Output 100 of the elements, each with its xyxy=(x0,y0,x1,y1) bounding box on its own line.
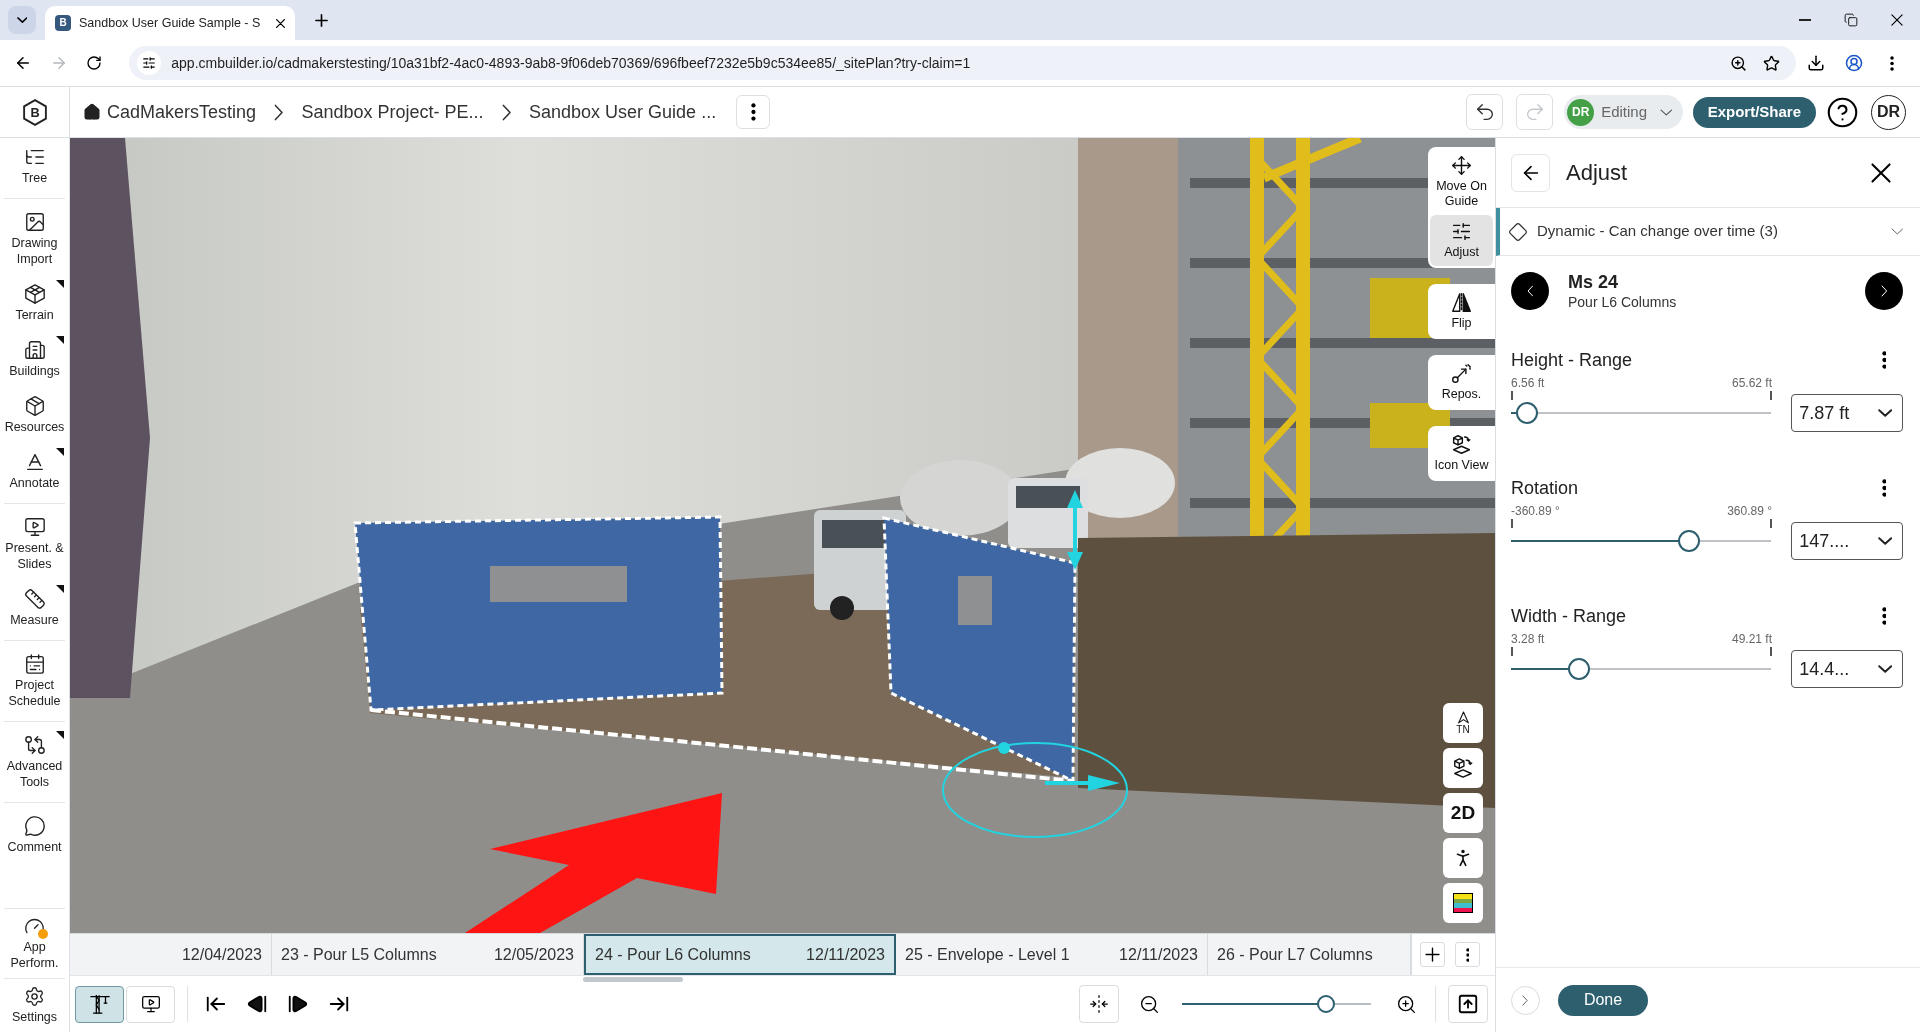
address-bar[interactable]: app.cmbuilder.io/cadmakerstesting/10a31bf2-4ac0-4893-9ab8-9f06deb70369/696fbeef7232e5b9c534ee85/_sitePlan?try-claim=1 xyxy=(129,46,1796,80)
sign-plate xyxy=(958,576,992,625)
back-button[interactable] xyxy=(1511,153,1550,192)
zoom-icon xyxy=(1730,54,1747,72)
color-stripes-icon xyxy=(1453,893,1473,913)
sidebar-item[interactable]: Settings xyxy=(0,979,69,1032)
sliders-icon xyxy=(1451,221,1472,242)
viewport-tool-button[interactable]: Adjust xyxy=(1430,215,1493,266)
fit-button[interactable] xyxy=(1079,985,1119,1023)
settings-icon xyxy=(24,986,45,1007)
kebab-icon xyxy=(1465,947,1470,962)
slider-thumb[interactable] xyxy=(1677,530,1700,552)
previous-button[interactable] xyxy=(1511,272,1549,310)
control-title: Width - Range xyxy=(1511,604,1627,628)
browser-tab[interactable]: B Sandbox User Guide Sample - S xyxy=(45,6,295,40)
move-arrows-icon xyxy=(1451,155,1472,176)
slider-thumb[interactable] xyxy=(1317,995,1336,1013)
kebab-icon xyxy=(1881,479,1887,497)
scrollbar-thumb[interactable] xyxy=(583,977,683,982)
sidebar-item[interactable]: Resources xyxy=(0,387,69,443)
site-settings-icon xyxy=(142,56,157,70)
control-title: Rotation xyxy=(1511,476,1579,500)
tab-title: Sandbox User Guide Sample - S xyxy=(79,14,261,32)
undo-button[interactable] xyxy=(1466,94,1504,130)
chevron-right-icon xyxy=(1522,994,1529,1006)
sidebar-item[interactable]: Drawing Import xyxy=(0,203,69,275)
next-button[interactable] xyxy=(1865,272,1903,310)
step-back-icon xyxy=(246,993,268,1015)
more-options-button[interactable] xyxy=(736,95,771,129)
range-max-label: 65.62 ft xyxy=(1731,375,1772,391)
crane-icon xyxy=(88,993,111,1015)
chevron-down-icon xyxy=(1877,537,1892,545)
view-tool-button[interactable] xyxy=(1443,838,1483,878)
milestone-tab[interactable]: 24 - Pour L6 Columns 12/11/2023 xyxy=(584,934,896,975)
chevron-down-icon xyxy=(1660,108,1673,116)
reload-icon xyxy=(86,55,103,71)
milestone-menu-button[interactable] xyxy=(1455,942,1480,967)
view-tool-button[interactable]: 2D xyxy=(1443,793,1483,833)
chevron-down-icon xyxy=(1877,409,1892,417)
view-tool-button[interactable] xyxy=(1443,748,1483,788)
slider-thumb[interactable] xyxy=(1515,402,1538,424)
view-mode-button[interactable] xyxy=(75,985,124,1023)
plus-icon xyxy=(314,13,328,27)
range-min-label: 6.56 ft xyxy=(1511,375,1545,391)
flip-triangles-icon xyxy=(1451,292,1472,313)
app-logo[interactable]: B xyxy=(22,98,47,126)
zoom-slider[interactable] xyxy=(1182,994,1371,1014)
sidebar-item[interactable]: Project Schedule xyxy=(0,645,69,717)
branch-arrows-icon xyxy=(23,734,46,756)
range-slider[interactable] xyxy=(1511,530,1772,552)
add-milestone-button[interactable] xyxy=(1420,942,1445,967)
chevron-right-icon xyxy=(501,103,512,121)
value-dropdown[interactable]: 7.87 ft xyxy=(1791,394,1903,432)
view-tool-button[interactable]: TN xyxy=(1443,703,1483,743)
control-title: Height - Range xyxy=(1511,348,1633,372)
done-button[interactable]: Done xyxy=(1558,984,1648,1016)
mode-dropdown[interactable]: DR Editing xyxy=(1564,95,1683,129)
chevron-right-icon xyxy=(274,103,284,121)
sidebar-item[interactable]: Present. & Slides xyxy=(0,508,69,580)
category-dropdown[interactable]: Dynamic - Can change over time (3) xyxy=(1496,208,1920,256)
value-dropdown[interactable]: 147.... xyxy=(1791,522,1903,560)
slider-thumb[interactable] xyxy=(1568,658,1591,680)
range-min-label: 3.28 ft xyxy=(1511,631,1545,647)
plus-icon xyxy=(1425,947,1440,962)
sidebar-item[interactable]: Tree xyxy=(0,138,69,194)
ruler-icon xyxy=(23,588,46,610)
speech-bubble-icon xyxy=(23,815,46,837)
profile-icon xyxy=(1845,54,1863,72)
home-icon xyxy=(83,103,101,121)
chevron-down-icon xyxy=(1891,228,1904,235)
calendar-icon xyxy=(23,653,46,675)
upload-square-icon xyxy=(1457,993,1479,1015)
favicon: B xyxy=(55,15,71,31)
view-tool-button[interactable] xyxy=(1443,883,1483,923)
diamond-icon xyxy=(1508,221,1528,242)
user-avatar: DR xyxy=(1567,98,1595,126)
export-view-button[interactable] xyxy=(1448,985,1488,1023)
sidebar-item[interactable]: Comment xyxy=(0,807,69,863)
close-icon xyxy=(1871,162,1891,183)
transform-gizmo[interactable] xyxy=(942,490,1128,838)
picture-icon xyxy=(23,211,46,233)
tab-search-button[interactable] xyxy=(8,6,36,34)
range-slider[interactable] xyxy=(1511,658,1772,680)
kebab-icon xyxy=(1881,351,1887,369)
range-max-label: 360.89 ° xyxy=(1727,503,1772,519)
close-icon xyxy=(1891,14,1903,26)
kebab-icon xyxy=(750,103,756,121)
north-arrow-icon xyxy=(1456,711,1470,724)
chevron-down-icon xyxy=(16,17,28,23)
breadcrumb-link[interactable]: Sandbox Project- PE... xyxy=(301,98,484,126)
export-share-button[interactable]: Export/Share xyxy=(1692,96,1816,128)
value-dropdown[interactable]: 14.4... xyxy=(1791,650,1903,688)
warning-badge-icon xyxy=(38,929,48,939)
breadcrumb-link[interactable]: CadMakersTesting xyxy=(83,98,257,126)
panel-title: Adjust xyxy=(1566,159,1628,187)
breadcrumb-link[interactable]: Sandbox User Guide ... xyxy=(529,98,717,126)
sidebar-item[interactable]: App Perform. xyxy=(0,909,69,978)
minimize-icon xyxy=(1799,19,1811,21)
range-slider[interactable] xyxy=(1511,402,1772,424)
url-text: app.cmbuilder.io/cadmakerstesting/10a31bf2-4ac0-4893-9ab8-9f06deb70369/696fbeef7232e5b9c534ee85/_sitePlan?try-claim=1 xyxy=(171,53,971,73)
